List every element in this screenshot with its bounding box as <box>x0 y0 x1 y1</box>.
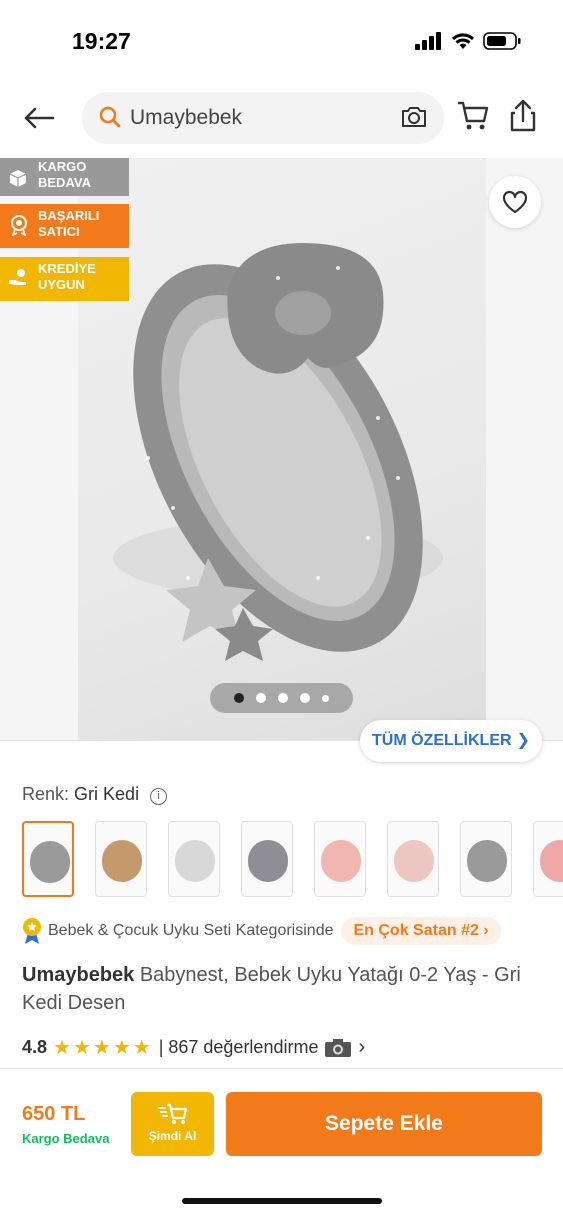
badge-label: BAŞARILI SATICI <box>38 208 100 239</box>
shipping-note: Kargo Bedava <box>22 1131 110 1146</box>
gallery-pagination[interactable] <box>210 683 353 713</box>
chevron-right-icon: ❯ <box>516 732 530 749</box>
review-count[interactable]: | 867 değerlendirme <box>159 1037 319 1058</box>
add-to-cart-button[interactable]: Sepete Ekle <box>226 1092 542 1156</box>
award-icon <box>11 215 27 236</box>
page-dot[interactable] <box>234 693 244 703</box>
cart-button[interactable] <box>456 100 490 137</box>
signal-icon <box>415 32 441 50</box>
all-features-label: TÜM ÖZELLİKLER <box>372 732 512 749</box>
category-ranking[interactable]: Bebek & Çocuk Uyku Seti Kategorisinde En… <box>22 916 501 946</box>
status-time: 19:27 <box>72 28 131 54</box>
swatch[interactable] <box>168 821 220 897</box>
share-icon <box>510 99 536 132</box>
swatch[interactable] <box>95 821 147 897</box>
swatch[interactable] <box>387 821 439 897</box>
page-dot[interactable] <box>278 693 288 703</box>
page-dot[interactable] <box>322 694 329 702</box>
hand-coin-icon <box>9 269 26 285</box>
product-title: Umaybebek Babynest, Bebek Uyku Yatağı 0-… <box>22 961 542 1017</box>
wifi-icon <box>452 33 474 49</box>
best-seller-label: En Çok Satan #2 <box>353 922 479 939</box>
status-icons <box>415 32 521 50</box>
all-features-button[interactable]: TÜM ÖZELLİKLER ❯ <box>360 720 542 762</box>
search-icon <box>99 106 121 128</box>
badge-successful-seller: BAŞARILI SATICI <box>0 204 129 248</box>
color-value: Gri Kedi <box>74 784 140 804</box>
swatch[interactable] <box>460 821 512 897</box>
swatch[interactable] <box>241 821 293 897</box>
badge-credit-eligible: KREDİYE UYGUN <box>0 257 129 301</box>
product-brand[interactable]: Umaybebek <box>22 964 134 986</box>
badge-free-shipping: KARGO BEDAVA <box>0 158 129 196</box>
share-button[interactable] <box>508 98 538 137</box>
cart-icon <box>458 101 489 130</box>
rating-score: 4.8 <box>22 1037 48 1057</box>
info-icon[interactable]: i <box>150 788 168 805</box>
chevron-right-icon: › <box>358 1036 366 1058</box>
color-selector-label: Renk: Gri Kedi i <box>22 784 168 805</box>
swatch[interactable] <box>22 821 74 897</box>
fast-cart-icon <box>157 1103 187 1124</box>
rating-row[interactable]: 4.8 ★★★★★ | 867 değerlendirme › <box>22 1035 365 1060</box>
heart-icon <box>502 190 528 214</box>
best-seller-badge[interactable]: En Çok Satan #2 › <box>341 917 501 945</box>
battery-icon <box>483 32 521 50</box>
purchase-bar: 650 TL Kargo Bedava Şimdi Al Sepete Ekle <box>0 1068 563 1219</box>
badge-label: KREDİYE UYGUN <box>38 261 96 292</box>
buy-now-button[interactable]: Şimdi Al <box>131 1092 214 1156</box>
buy-now-label: Şimdi Al <box>148 1129 197 1143</box>
category-text: Bebek & Çocuk Uyku Seti Kategorisinde <box>48 922 334 939</box>
camera-icon[interactable] <box>400 104 428 130</box>
back-button[interactable] <box>18 100 60 136</box>
price: 650 TL <box>22 1103 86 1125</box>
swatch[interactable] <box>533 821 563 897</box>
page-dot[interactable] <box>300 693 310 703</box>
search-input[interactable]: Umaybebek <box>130 106 242 130</box>
favorite-button[interactable] <box>489 176 541 228</box>
home-indicator <box>182 1198 382 1204</box>
medal-icon <box>23 918 41 944</box>
color-swatches <box>22 821 563 899</box>
product-image[interactable] <box>78 158 486 740</box>
top-nav: Umaybebek <box>0 88 563 148</box>
status-bar: 19:27 <box>0 0 563 80</box>
rating-stars: ★★★★★ <box>53 1037 153 1059</box>
page-dot[interactable] <box>256 693 266 703</box>
chevron-right-icon: › <box>483 922 489 939</box>
babynest-illustration <box>113 243 443 661</box>
arrow-left-icon <box>24 107 55 129</box>
swatch[interactable] <box>314 821 366 897</box>
box-icon <box>9 170 27 187</box>
badge-label: KARGO BEDAVA <box>38 159 91 190</box>
search-bar[interactable]: Umaybebek <box>82 92 444 144</box>
color-label: Renk: <box>22 784 70 804</box>
camera-icon <box>325 1038 352 1057</box>
